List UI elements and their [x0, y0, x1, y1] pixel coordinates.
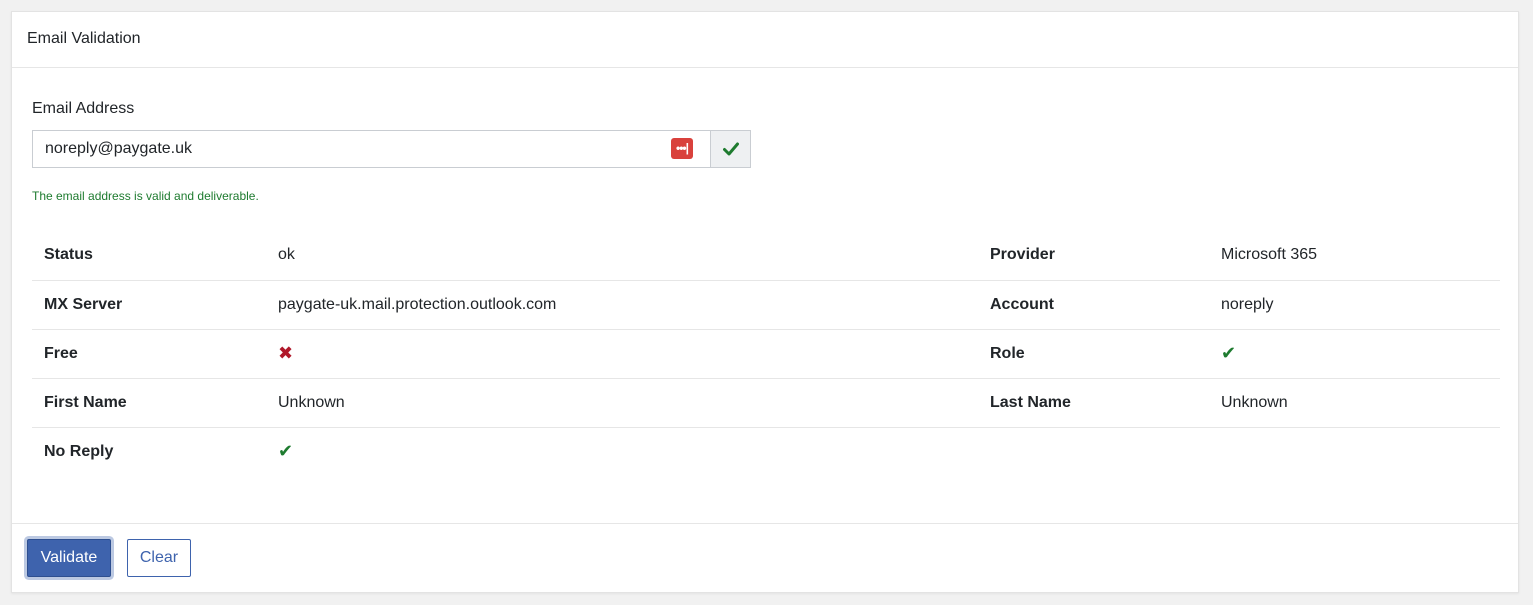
check-icon: ✔ [278, 441, 294, 462]
role-label: Role [978, 329, 1221, 379]
validation-details-table: Status ok Provider Microsoft 365 MX Serv… [32, 231, 1500, 476]
email-validation-card: Email Validation Email Address •••| The … [11, 11, 1519, 593]
password-manager-icon[interactable]: •••| [671, 138, 693, 159]
account-value: noreply [1221, 280, 1500, 330]
table-row: MX Server paygate-uk.mail.protection.out… [32, 280, 1500, 330]
clear-button[interactable]: Clear [127, 539, 191, 577]
mx-server-label: MX Server [32, 280, 278, 330]
email-input-group: •••| [32, 130, 751, 168]
validation-message: The email address is valid and deliverab… [32, 189, 259, 203]
card-body: Email Address •••| The email address is … [12, 68, 1518, 523]
status-value: ok [278, 231, 978, 281]
email-valid-addon [710, 130, 751, 168]
table-row: First Name Unknown Last Name Unknown [32, 378, 1500, 428]
table-row: Status ok Provider Microsoft 365 [32, 231, 1500, 281]
no-reply-label: No Reply [44, 442, 114, 460]
card-title: Email Validation [12, 12, 1518, 68]
table-row: No Reply ✔ [32, 427, 1500, 476]
cross-icon: ✖ [278, 343, 294, 363]
check-icon [722, 142, 739, 156]
validate-button[interactable]: Validate [27, 539, 111, 577]
free-label: Free [32, 329, 278, 379]
empty-value [1221, 427, 1500, 476]
empty-label [978, 427, 1221, 476]
last-name-value: Unknown [1221, 378, 1500, 428]
account-label: Account [978, 280, 1221, 330]
provider-label: Provider [978, 231, 1221, 281]
status-label: Status [32, 231, 278, 281]
email-address-label: Email Address [32, 100, 135, 117]
provider-value: Microsoft 365 [1221, 231, 1500, 281]
first-name-label: First Name [32, 378, 278, 428]
email-address-input[interactable] [32, 130, 710, 168]
free-value: ✖ [278, 329, 978, 379]
check-icon: ✔ [1221, 343, 1237, 363]
table-row: Free ✖ Role ✔ [32, 329, 1500, 379]
mx-server-value: paygate-uk.mail.protection.outlook.com [278, 280, 978, 330]
role-value: ✔ [1221, 329, 1500, 379]
last-name-label: Last Name [978, 378, 1221, 428]
no-reply-value: ✔ [278, 427, 978, 476]
card-footer: Validate Clear [12, 523, 1518, 593]
first-name-value: Unknown [278, 378, 978, 428]
